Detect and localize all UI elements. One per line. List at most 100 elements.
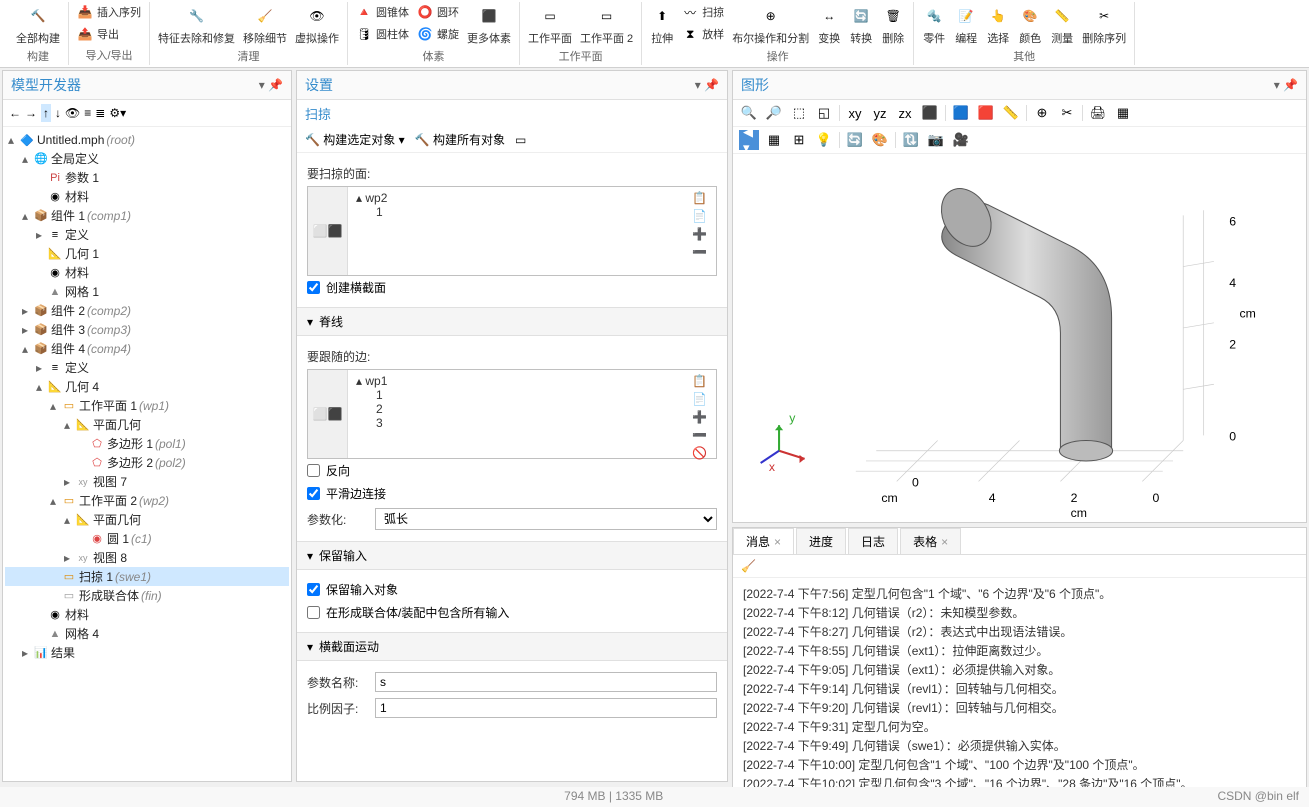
btn-cylinder[interactable]: 🛢圆柱体: [354, 24, 411, 44]
btn-color[interactable]: 🎨颜色: [1016, 2, 1044, 48]
btn-sweep[interactable]: 〰扫掠: [680, 2, 726, 22]
view-yz-icon[interactable]: yz: [870, 103, 890, 123]
btn-build-all[interactable]: 🔨全部构建: [14, 2, 62, 48]
btn-program[interactable]: 📝编程: [952, 2, 980, 48]
tree-node-sweep[interactable]: ▭扫掠 1 (swe1): [5, 567, 289, 586]
chk-include[interactable]: [307, 606, 320, 619]
refresh-icon[interactable]: 🔃: [901, 130, 921, 150]
copy-icon[interactable]: 📋: [692, 191, 712, 205]
tree-settings-icon[interactable]: ⚙▾: [109, 106, 126, 120]
zoom-out-icon[interactable]: 🔎: [764, 103, 784, 123]
btn-virtual-op[interactable]: 👁虚拟操作: [293, 2, 341, 48]
chk-reverse[interactable]: [307, 464, 320, 477]
btn-insert-seq[interactable]: 📥插入序列: [75, 2, 143, 22]
block-icon[interactable]: 🚫: [692, 446, 712, 460]
btn-workplane2[interactable]: ▭工作平面 2: [578, 2, 635, 48]
btn-helix[interactable]: 🌀螺旋: [415, 24, 461, 44]
view-xy-icon[interactable]: xy: [845, 103, 865, 123]
minus-icon[interactable]: ➖: [692, 245, 712, 259]
graphics-canvas[interactable]: y x 6 4 2 0 cm 0 cm 4 2 0 cm: [733, 154, 1306, 522]
build-sel-btn[interactable]: 🔨 构建选定对象 ▾: [305, 131, 405, 148]
minus-icon[interactable]: ➖: [692, 428, 712, 442]
btn-feature-repair[interactable]: 🔧特征去除和修复: [156, 2, 237, 48]
chk-cross[interactable]: [307, 281, 320, 294]
pin-icon[interactable]: ▾ 📌: [695, 78, 719, 92]
add-icon[interactable]: ➕: [692, 227, 712, 241]
layout-icon[interactable]: ▦: [1113, 103, 1133, 123]
btn-delete[interactable]: 🗑删除: [879, 2, 907, 48]
btn-export[interactable]: 📤导出: [75, 24, 143, 44]
light-icon[interactable]: 💡: [814, 130, 834, 150]
tab-log[interactable]: 日志: [848, 528, 898, 554]
build-extra-icon[interactable]: ▭: [515, 133, 526, 147]
camera-icon[interactable]: 📷: [926, 130, 946, 150]
pin-icon[interactable]: ▾ 📌: [259, 78, 283, 92]
view-3d-icon[interactable]: ⬛: [920, 103, 940, 123]
btn-more-prim[interactable]: ⬛更多体素: [465, 2, 513, 48]
zoom-ext-icon[interactable]: ◱: [814, 103, 834, 123]
chevron-down-icon[interactable]: ▾: [307, 640, 313, 654]
toggle-icon[interactable]: ⬜⬛: [308, 370, 348, 458]
btn-extrude[interactable]: ⬆拉伸: [648, 2, 676, 48]
paste-icon[interactable]: 📄: [692, 209, 712, 223]
grid-icon[interactable]: ▦: [764, 130, 784, 150]
btn-workplane[interactable]: ▭工作平面: [526, 2, 574, 48]
eye-icon[interactable]: 👁: [65, 106, 80, 120]
param-select[interactable]: 弧长: [375, 508, 717, 530]
chk-smooth[interactable]: [307, 487, 320, 500]
collapse-icon[interactable]: ≡: [84, 106, 91, 120]
axes-icon[interactable]: ⊞: [789, 130, 809, 150]
tab-messages[interactable]: 消息×: [733, 528, 794, 554]
btn-convert[interactable]: 🔄转换: [847, 2, 875, 48]
edges-listbox[interactable]: ⬜⬛ ▴ wp1123 📋📄➕➖🚫: [307, 369, 717, 459]
reset-icon[interactable]: 🔄: [845, 130, 865, 150]
paste-icon[interactable]: 📄: [692, 392, 712, 406]
message-log[interactable]: [2022-7-4 下午7:56] 定型几何包含"1 个域"、"6 个边界"及"…: [733, 578, 1306, 794]
svg-text:6: 6: [1229, 215, 1236, 229]
view-zx-icon[interactable]: zx: [895, 103, 915, 123]
sel-dom-icon[interactable]: 🟦: [951, 103, 971, 123]
toggle-icon[interactable]: ⬜⬛: [308, 187, 348, 275]
btn-cone[interactable]: 🔺圆锥体: [354, 2, 411, 22]
broom-icon[interactable]: 🧹: [741, 559, 756, 573]
btn-torus[interactable]: ⭕圆环: [415, 2, 461, 22]
copy-icon[interactable]: 📋: [692, 374, 712, 388]
btn-part[interactable]: 🔩零件: [920, 2, 948, 48]
zoom-in-icon[interactable]: 🔍: [739, 103, 759, 123]
sel-bnd-icon[interactable]: 🟥: [976, 103, 996, 123]
nav-fwd[interactable]: →: [25, 106, 37, 120]
chevron-down-icon[interactable]: ▾: [307, 315, 313, 329]
btn-remove-detail[interactable]: 🧹移除细节: [241, 2, 289, 48]
record-icon[interactable]: 🎥: [951, 130, 971, 150]
chevron-down-icon[interactable]: ▾: [307, 549, 313, 563]
nav-up[interactable]: ↑: [41, 104, 51, 122]
btn-delseq[interactable]: ✂删除序列: [1080, 2, 1128, 48]
btn-select[interactable]: 👆选择: [984, 2, 1012, 48]
expand-icon[interactable]: ≣: [95, 106, 105, 120]
zoom-box-icon[interactable]: ⬚: [789, 103, 809, 123]
scale-input[interactable]: [375, 698, 717, 718]
paramname-input[interactable]: [375, 672, 717, 692]
build-all-btn[interactable]: 🔨 构建所有对象: [415, 131, 505, 148]
tab-progress[interactable]: 进度: [796, 528, 846, 554]
nav-back[interactable]: ←: [9, 106, 21, 120]
sel-edge-icon[interactable]: 📏: [1001, 103, 1021, 123]
add-icon[interactable]: ➕: [692, 410, 712, 424]
btn-transform[interactable]: ↔变换: [815, 2, 843, 48]
btn-bool[interactable]: ⊕布尔操作和分割: [730, 2, 811, 48]
close-icon[interactable]: ×: [774, 535, 781, 549]
btn-measure[interactable]: 📏测量: [1048, 2, 1076, 48]
chk-keepinput[interactable]: [307, 583, 320, 596]
print-icon[interactable]: 🖨: [1088, 103, 1108, 123]
tab-table[interactable]: 表格×: [900, 528, 961, 554]
render-icon[interactable]: 🎨: [870, 130, 890, 150]
close-icon[interactable]: ×: [941, 535, 948, 549]
nav-down[interactable]: ↓: [55, 106, 61, 120]
center-icon[interactable]: ⊕: [1032, 103, 1052, 123]
pin-icon[interactable]: ▾ 📌: [1274, 78, 1298, 92]
clip-icon[interactable]: ✂: [1057, 103, 1077, 123]
tree[interactable]: ▴🔷Untitled.mph (root) ▴🌐全局定义 Pi参数 1 ◉材料 …: [3, 127, 291, 781]
play-icon[interactable]: ◀ ▾: [739, 130, 759, 150]
btn-loft[interactable]: ⧗放样: [680, 24, 726, 44]
faces-listbox[interactable]: ⬜⬛ ▴ wp21 📋📄➕➖: [307, 186, 717, 276]
